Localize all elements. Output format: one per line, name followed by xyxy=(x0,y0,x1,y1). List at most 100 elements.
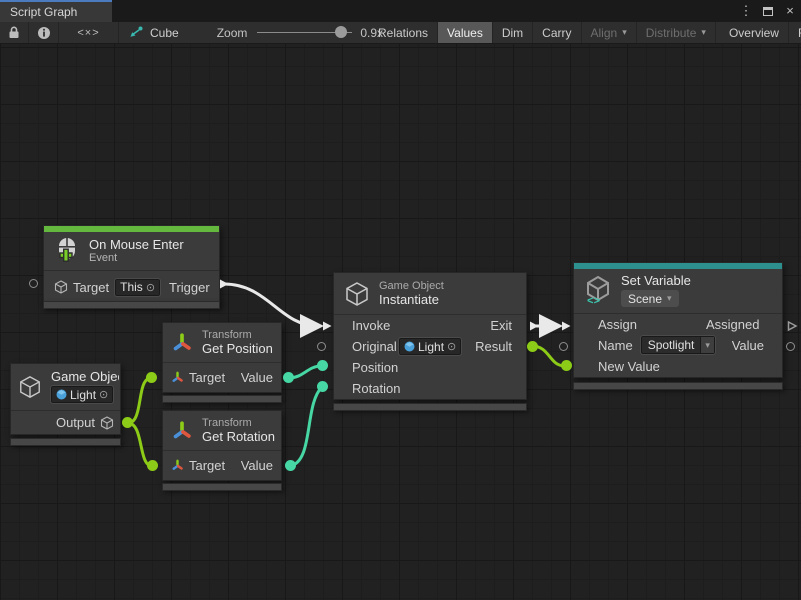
node-footer xyxy=(162,483,282,491)
cube-icon xyxy=(54,280,68,294)
invoke-label: Invoke xyxy=(352,318,390,333)
node-get-position[interactable]: Transform Get Position Target Value xyxy=(162,322,282,393)
wire-output-to-getposition[interactable] xyxy=(128,378,151,423)
object-picker-icon[interactable]: ⊙ xyxy=(146,281,155,294)
game-object-icon xyxy=(404,341,415,352)
object-picker-icon[interactable]: ⊙ xyxy=(447,340,456,353)
port-value-output[interactable] xyxy=(786,342,795,351)
position-label: Position xyxy=(352,360,398,375)
result-label: Result xyxy=(475,339,512,354)
port-position-input[interactable] xyxy=(317,360,328,371)
node-footer xyxy=(573,382,783,390)
chevron-down-icon[interactable]: ▾ xyxy=(700,337,714,353)
unity-logo-icon: <> xyxy=(584,275,612,305)
maximize-icon[interactable] xyxy=(763,7,773,16)
title-bar: Script Graph ⋮ × xyxy=(0,0,801,22)
lock-button[interactable] xyxy=(0,22,29,43)
node-title: Get Rotation xyxy=(202,429,275,444)
wire-output-to-getrotation[interactable] xyxy=(128,423,152,466)
port-getposition-value[interactable] xyxy=(283,372,294,383)
transform-icon xyxy=(171,459,184,472)
port-getrotation-target[interactable] xyxy=(147,460,158,471)
overview-button[interactable]: Overview xyxy=(720,22,789,43)
node-on-mouse-enter[interactable]: On Mouse Enter Event Target This ⊙ Trigg… xyxy=(43,225,220,304)
graph-name: Cube xyxy=(150,26,179,40)
relations-button[interactable]: Relations xyxy=(369,22,438,43)
node-instantiate[interactable]: Game Object Instantiate Invoke Exit Orig… xyxy=(333,272,527,400)
transform-icon xyxy=(171,371,184,384)
value-label: Value xyxy=(241,458,273,473)
port-assigned-output[interactable] xyxy=(786,320,798,332)
info-icon xyxy=(37,26,51,40)
graph-canvas[interactable]: On Mouse Enter Event Target This ⊙ Trigg… xyxy=(0,44,801,600)
graph-icon xyxy=(128,26,143,39)
carry-button[interactable]: Carry xyxy=(533,22,581,43)
variable-name-dropdown[interactable]: Spotlight ▾ xyxy=(641,336,715,354)
port-getposition-target[interactable] xyxy=(146,372,157,383)
game-object-icon xyxy=(56,389,67,400)
mouse-enter-icon xyxy=(52,237,80,264)
chevron-down-icon: ▾ xyxy=(701,27,706,38)
target-value-field[interactable]: This ⊙ xyxy=(115,279,160,296)
port-target-input[interactable] xyxy=(29,279,38,288)
port-new-value-input[interactable] xyxy=(561,360,572,371)
port-name-input[interactable] xyxy=(559,342,568,351)
graph-breadcrumb[interactable]: Cube xyxy=(128,26,179,40)
zoom-label: Zoom xyxy=(217,26,248,40)
port-invoke-input[interactable] xyxy=(321,320,333,332)
object-value-field[interactable]: Light ⊙ xyxy=(51,386,113,403)
port-exit-output[interactable] xyxy=(528,320,540,332)
node-title: Set Variable xyxy=(621,273,691,288)
port-trigger-output[interactable] xyxy=(218,278,230,290)
zoom-area: Cube Zoom 0.9x xyxy=(128,22,383,43)
code-view-button[interactable]: <×> xyxy=(59,22,119,43)
rotation-label: Rotation xyxy=(352,381,400,396)
port-getrotation-value[interactable] xyxy=(285,460,296,471)
code-icon: <×> xyxy=(77,27,99,39)
port-assign-input[interactable] xyxy=(560,320,572,332)
lock-icon xyxy=(8,26,20,39)
node-category: Game Object xyxy=(379,280,444,292)
exit-label: Exit xyxy=(490,318,512,333)
port-original-input[interactable] xyxy=(317,342,326,351)
original-label: Original xyxy=(352,339,399,354)
toolbar-buttons: Relations Values Dim Carry Align ▾ Distr… xyxy=(369,22,801,43)
node-category: Transform xyxy=(202,417,275,429)
assigned-label: Assigned xyxy=(706,317,764,332)
node-footer xyxy=(43,301,220,309)
align-button[interactable]: Align ▾ xyxy=(582,22,637,43)
node-title: Instantiate xyxy=(379,292,444,307)
dim-button[interactable]: Dim xyxy=(493,22,533,43)
name-label: Name xyxy=(598,338,633,353)
values-button[interactable]: Values xyxy=(438,22,493,43)
node-title: Game Object xyxy=(51,369,119,384)
node-footer xyxy=(333,403,527,411)
fullscreen-button[interactable]: Full Screen xyxy=(789,22,801,43)
node-game-object[interactable]: Game Object Light ⊙ Output xyxy=(10,363,121,435)
node-footer xyxy=(10,438,121,446)
port-result-output[interactable] xyxy=(527,341,538,352)
port-gameobject-output[interactable] xyxy=(122,417,133,428)
inspector-button[interactable] xyxy=(29,22,59,43)
transform-icon xyxy=(171,420,193,442)
close-icon[interactable]: × xyxy=(783,0,797,22)
transform-icon xyxy=(171,332,193,354)
node-get-rotation[interactable]: Transform Get Rotation Target Value xyxy=(162,410,282,481)
object-picker-icon[interactable]: ⊙ xyxy=(99,388,108,401)
target-label: Target xyxy=(189,370,225,385)
zoom-slider-handle[interactable] xyxy=(335,26,347,38)
zoom-slider[interactable] xyxy=(257,22,352,43)
node-footer xyxy=(162,395,282,403)
chevron-down-icon: ▾ xyxy=(622,27,627,38)
window-menu-icon[interactable]: ⋮ xyxy=(739,0,753,22)
wire-rotation-value[interactable] xyxy=(290,387,322,466)
distribute-button[interactable]: Distribute ▾ xyxy=(637,22,716,43)
variable-scope-dropdown[interactable]: Scene ▾ xyxy=(621,290,679,307)
wire-trigger-to-invoke[interactable] xyxy=(224,284,318,326)
assign-label: Assign xyxy=(598,317,637,332)
original-value-field[interactable]: Light ⊙ xyxy=(399,338,461,355)
svg-text:<>: <> xyxy=(587,296,601,305)
tab-script-graph[interactable]: Script Graph xyxy=(0,0,112,22)
port-rotation-input[interactable] xyxy=(317,381,328,392)
node-set-variable[interactable]: <> Set Variable Scene ▾ Assign Assigned … xyxy=(573,262,783,378)
